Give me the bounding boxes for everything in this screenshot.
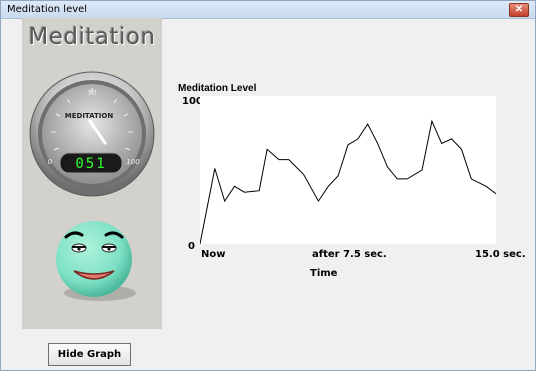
title-bar[interactable]: Meditation level ✕	[1, 1, 535, 19]
gauge-label: MEDITATION	[65, 112, 114, 120]
gauge-readout: 051	[75, 156, 106, 172]
gauge-scale-max: 100	[126, 158, 140, 166]
window-title: Meditation level	[7, 4, 88, 15]
left-panel: Meditation 50 0 100 MEDITATION 051	[22, 18, 162, 329]
meditation-gauge: 50 0 100 MEDITATION 051	[29, 71, 155, 197]
meditation-window: Meditation level ✕ Meditation 50 0 100 M…	[0, 0, 536, 371]
x-axis-label: Time	[310, 268, 338, 279]
close-button[interactable]: ✕	[509, 3, 529, 17]
x-tick-mid: after 7.5 sec.	[312, 249, 387, 260]
meditation-series-line	[199, 119, 497, 245]
chart-plot-area	[199, 96, 497, 245]
x-tick-now: Now	[201, 249, 226, 260]
left-pupil	[77, 247, 81, 251]
meditation-heading: Meditation	[28, 24, 156, 50]
mood-face-icon	[56, 221, 136, 301]
gauge-scale-min: 0	[48, 158, 53, 166]
y-tick-min: 0	[188, 241, 195, 252]
face-circle	[56, 221, 132, 297]
x-tick-end: 15.0 sec.	[475, 249, 526, 260]
graph-title: Meditation Level	[178, 83, 257, 94]
meditation-chart	[199, 119, 497, 245]
hide-graph-button[interactable]: Hide Graph	[48, 343, 131, 366]
right-pupil	[107, 247, 111, 251]
gauge-scale-mid: 50	[88, 89, 97, 97]
